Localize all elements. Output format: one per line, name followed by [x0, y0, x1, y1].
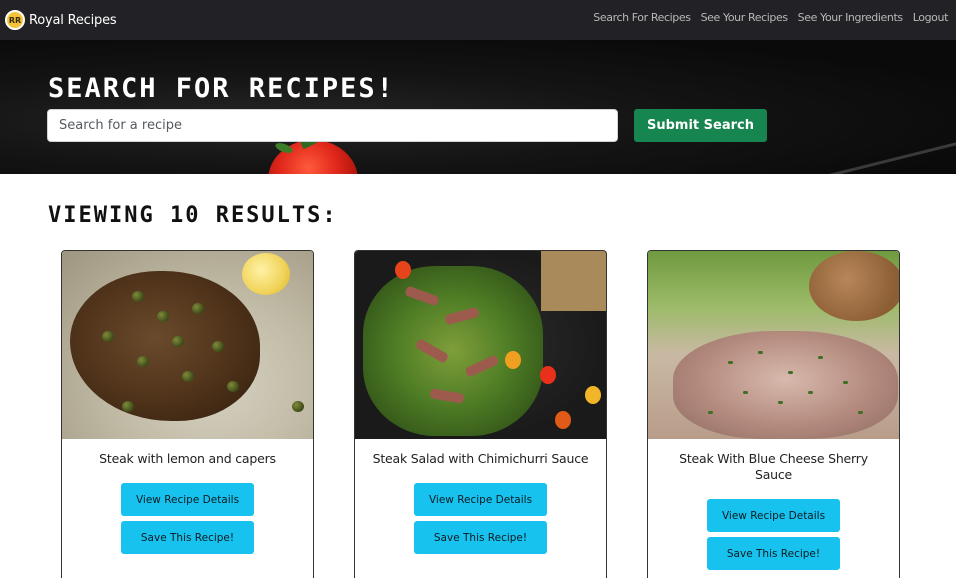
recipe-card: Steak with lemon and capers View Recipe …: [61, 250, 314, 578]
nav-link-your-recipes[interactable]: See Your Recipes: [701, 11, 789, 24]
view-recipe-details-button[interactable]: View Recipe Details: [414, 483, 547, 516]
recipe-title: Steak with lemon and capers: [99, 451, 276, 466]
page-title: SEARCH FOR RECIPES!: [48, 73, 395, 104]
save-recipe-button[interactable]: Save This Recipe!: [707, 537, 840, 570]
brand-logo-icon: RR: [5, 10, 25, 30]
recipe-card: Steak Salad with Chimichurri Sauce View …: [354, 250, 607, 578]
search-input[interactable]: [47, 109, 618, 142]
view-recipe-details-button[interactable]: View Recipe Details: [707, 499, 840, 532]
recipe-image: [62, 251, 313, 439]
top-navbar: RR Royal Recipes Search For Recipes See …: [0, 0, 956, 40]
recipe-image: [355, 251, 606, 439]
recipe-image: [648, 251, 899, 439]
brand-name: Royal Recipes: [29, 12, 117, 28]
recipe-card: Steak With Blue Cheese Sherry Sauce View…: [647, 250, 900, 578]
recipe-title: Steak Salad with Chimichurri Sauce: [372, 451, 589, 466]
search-hero: SEARCH FOR RECIPES! Submit Search: [0, 40, 956, 174]
results-heading: VIEWING 10 RESULTS:: [48, 203, 338, 228]
nav-link-logout[interactable]: Logout: [913, 11, 949, 24]
submit-search-button[interactable]: Submit Search: [634, 109, 767, 142]
nav-link-your-ingredients[interactable]: See Your Ingredients: [798, 11, 903, 24]
recipe-title: Steak With Blue Cheese Sherry Sauce: [679, 451, 868, 482]
view-recipe-details-button[interactable]: View Recipe Details: [121, 483, 254, 516]
hero-background-image: [0, 40, 956, 174]
nav-links: Search For Recipes See Your Recipes See …: [593, 11, 948, 24]
save-recipe-button[interactable]: Save This Recipe!: [414, 521, 547, 554]
brand-link[interactable]: RR Royal Recipes: [5, 8, 117, 32]
nav-link-search-recipes[interactable]: Search For Recipes: [593, 11, 691, 24]
save-recipe-button[interactable]: Save This Recipe!: [121, 521, 254, 554]
